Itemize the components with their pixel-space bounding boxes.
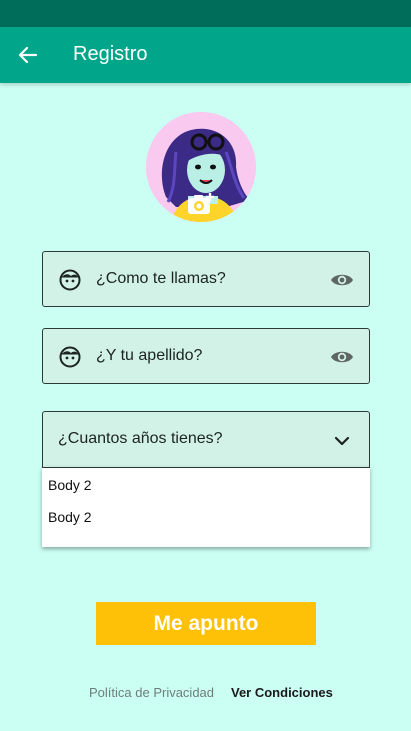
surname-field[interactable]: ¿Y tu apellido? xyxy=(42,328,370,384)
name-field[interactable]: ¿Como te llamas? xyxy=(42,251,370,307)
profile-avatar[interactable] xyxy=(146,112,256,222)
page-title: Registro xyxy=(73,43,148,65)
chevron-down-icon xyxy=(334,436,350,446)
age-select-label: ¿Cuantos años tienes? xyxy=(58,430,223,447)
back-button[interactable] xyxy=(14,41,42,69)
submit-button[interactable]: Me apunto xyxy=(96,602,316,645)
status-bar xyxy=(0,0,411,27)
face-icon xyxy=(59,269,81,291)
arrow-back-icon xyxy=(18,46,38,64)
eye-icon xyxy=(331,274,353,286)
name-field-label: ¿Como te llamas? xyxy=(96,270,226,287)
face-icon xyxy=(59,346,81,368)
age-select[interactable]: ¿Cuantos años tienes? xyxy=(42,411,370,467)
surname-visibility-toggle[interactable] xyxy=(329,345,355,369)
camera-add-icon xyxy=(188,193,214,214)
eye-icon xyxy=(331,351,353,363)
dropdown-option[interactable]: Body 2 xyxy=(48,509,92,525)
age-dropdown-menu: Body 2 Body 2 xyxy=(42,467,370,547)
terms-link[interactable]: Ver Condiciones xyxy=(231,685,333,700)
dropdown-option[interactable]: Body 2 xyxy=(48,477,92,493)
app-bar: Registro xyxy=(0,27,411,83)
surname-field-label: ¿Y tu apellido? xyxy=(96,347,203,364)
name-visibility-toggle[interactable] xyxy=(329,268,355,292)
privacy-policy-link[interactable]: Política de Privacidad xyxy=(89,685,214,700)
